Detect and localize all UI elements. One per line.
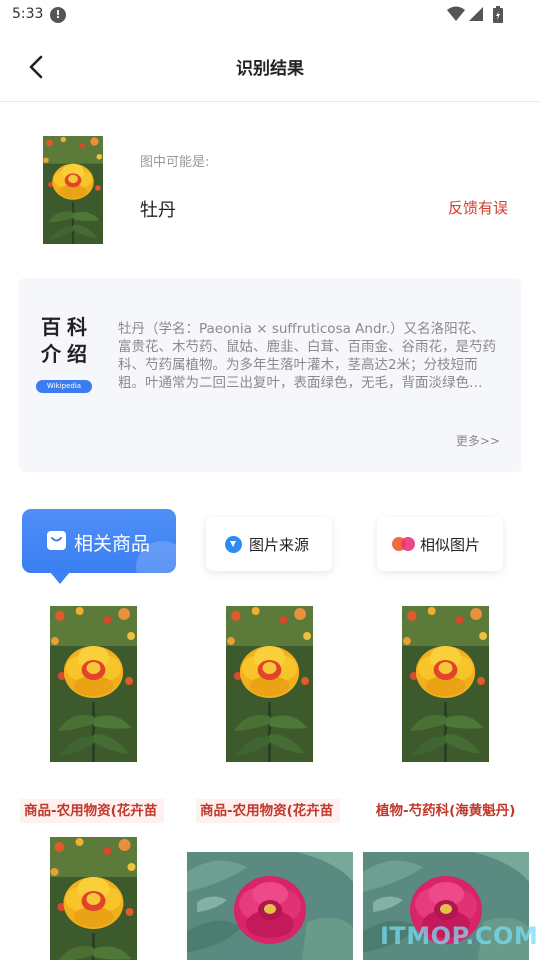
result-name: 牡丹: [140, 200, 176, 221]
product-image[interactable]: [50, 837, 137, 960]
product-image[interactable]: [402, 606, 489, 762]
wifi-icon: [447, 6, 465, 21]
tab-label: 相似图片: [420, 536, 481, 554]
watermark: ITMOP.COM: [380, 922, 539, 950]
feedback-button[interactable]: 反馈有误: [448, 197, 508, 218]
page-title: 识别结果: [236, 59, 304, 79]
product-caption[interactable]: 商品-农用物资(花卉苗: [196, 799, 340, 823]
shopping-bag-icon: [47, 531, 66, 550]
encyclopedia-text: 牡丹（学名：Paeonia × suffruticosa Andr.）又名洛阳花…: [118, 321, 496, 391]
tab-pointer: [50, 572, 70, 584]
result-thumbnail[interactable]: [43, 136, 103, 244]
download-icon: [225, 536, 242, 553]
tab-label: 图片来源: [249, 536, 310, 554]
battery-icon: [493, 6, 503, 23]
similar-circles-icon: [392, 537, 416, 551]
encyclopedia-title: 百科介绍: [41, 315, 93, 366]
result-hint: 图中可能是:: [140, 155, 210, 170]
product-caption[interactable]: 植物-芍药科(海黄魁丹): [376, 799, 526, 823]
alert-icon: !: [50, 7, 66, 23]
wikipedia-badge: Wikipedia: [36, 380, 92, 393]
tab-label: 相关商品: [74, 533, 151, 555]
product-image[interactable]: [226, 606, 313, 762]
encyclopedia-card[interactable]: 百科介绍 Wikipedia 牡丹（学名：Paeonia × suffrutic…: [19, 278, 521, 472]
more-link[interactable]: 更多>>: [456, 432, 500, 449]
status-bar: 5:33 !: [0, 0, 540, 32]
tab-related-products[interactable]: 相关商品: [22, 509, 176, 573]
signal-icon: [469, 7, 483, 21]
tab-similar-images[interactable]: 相似图片: [377, 517, 503, 571]
header: 识别结果: [0, 32, 540, 102]
tab-image-source[interactable]: 图片来源: [206, 517, 332, 571]
product-caption[interactable]: 商品-农用物资(花卉苗: [20, 799, 164, 823]
product-image[interactable]: [50, 606, 137, 762]
status-time: 5:33: [12, 6, 44, 22]
product-image[interactable]: [187, 852, 353, 960]
